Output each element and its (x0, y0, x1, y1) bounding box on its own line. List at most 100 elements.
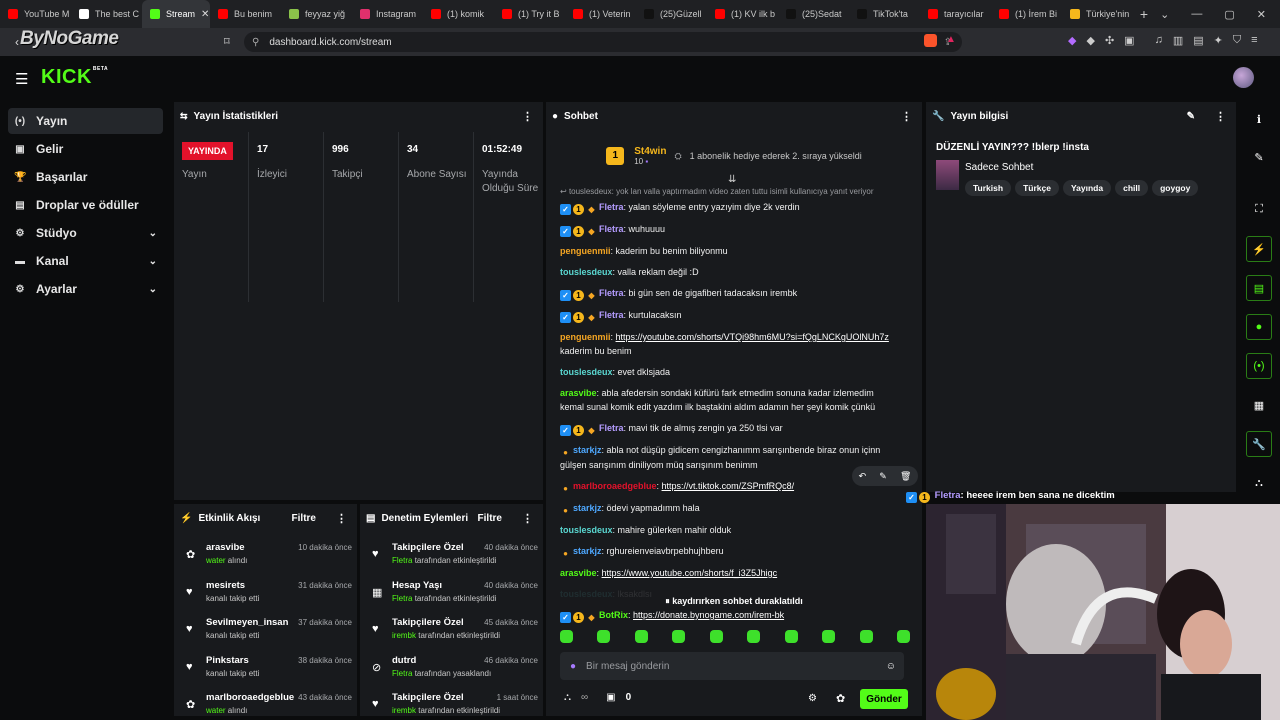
browser-tab[interactable]: (1) İrem Bi (991, 0, 1062, 28)
rewards-icon[interactable]: ▲ (946, 34, 956, 45)
chat-message[interactable]: ✓ 1 ◆ Fletra: yalan söyleme entry yazıyim d… (560, 200, 900, 215)
screenshot-icon[interactable]: ▣ (1124, 34, 1134, 47)
browser-tab[interactable]: TikTok'ta (849, 0, 920, 28)
kick-logo[interactable]: KICKBETA (41, 66, 108, 89)
emote-icon[interactable] (896, 630, 910, 643)
puzzle-icon[interactable]: ✣ (1105, 34, 1114, 47)
leo-icon[interactable]: ✦ (1214, 34, 1223, 47)
chat-message[interactable]: penguenmii: kaderim bu benim biliyonmu (560, 244, 900, 258)
pin-icon[interactable]: ✎ (879, 471, 887, 482)
emoji-icon[interactable]: ☺ (886, 661, 896, 672)
tag-chip[interactable]: Türkçe (1015, 180, 1059, 196)
sidebar-item[interactable]: ⚙ Stüdyo ⌄ (8, 220, 163, 246)
note-icon[interactable]: ▤ (1246, 275, 1272, 301)
maximize-button[interactable]: ▢ (1224, 8, 1234, 21)
infinity-icon[interactable]: ∞ (581, 692, 588, 703)
kebab-menu-icon[interactable]: ⋮ (522, 512, 533, 525)
user-avatar[interactable] (1233, 67, 1254, 88)
tag-chip[interactable]: Yayında (1062, 180, 1112, 196)
tag-chip[interactable]: Turkish (965, 180, 1012, 196)
chat-message[interactable]: penguenmii: https://youtube.com/shorts/V… (560, 330, 900, 358)
wallet-icon[interactable]: ▤ (1193, 34, 1203, 47)
kebab-menu-icon[interactable]: ⋮ (1215, 110, 1226, 123)
users-icon[interactable]: ⛬ (564, 692, 571, 703)
chat-username[interactable]: arasvibe (560, 568, 597, 578)
chat-input[interactable]: ● Bir mesaj gönderin ☺ (560, 652, 904, 680)
sidebar-item[interactable]: ▣ Gelir (8, 136, 163, 162)
chat-message[interactable]: ● marlboroaedgeblue: https://vt.tiktok.co… (560, 479, 900, 494)
bookmark-icon[interactable]: ⌑ (224, 35, 230, 48)
edit-icon[interactable]: ✎ (1246, 144, 1272, 170)
broadcast-icon[interactable]: (•) (1246, 353, 1272, 379)
site-info-icon[interactable]: ⚲ (252, 37, 259, 48)
chat-message[interactable]: ✓ 1 ◆ Fletra: bi gün sen de gigafiberi tada… (560, 286, 900, 301)
browser-tab[interactable]: (1) Veterin (565, 0, 636, 28)
browser-tab[interactable]: YouTube M (0, 0, 71, 28)
chat-username[interactable]: Fletra (599, 202, 624, 212)
feed-name[interactable]: arasvibe (206, 542, 245, 553)
browser-tab[interactable]: (1) komik (423, 0, 494, 28)
emote-icon[interactable] (859, 630, 873, 643)
chat-message[interactable]: arasvibe: abla afedersin sondaki küfürü … (560, 386, 900, 414)
category-thumbnail[interactable] (936, 160, 959, 190)
emote-icon[interactable] (672, 630, 686, 643)
feed-name[interactable]: mesirets (206, 580, 245, 591)
reward-icon[interactable]: ✿ (836, 692, 845, 705)
reply-icon[interactable]: ↶ (859, 471, 867, 482)
kebab-menu-icon[interactable]: ⋮ (901, 110, 912, 123)
tab-close-icon[interactable]: ✕ (201, 9, 209, 20)
chat-username[interactable]: touslesdeux (560, 525, 613, 535)
chat-username[interactable]: BotRix (599, 610, 628, 620)
chat-message[interactable]: ● starkjz: ödevi yapmadımm hala (560, 501, 900, 516)
close-window-button[interactable]: ✕ (1257, 8, 1266, 21)
chat-message[interactable]: arasvibe: https://www.youtube.com/shorts… (560, 566, 900, 580)
chat-link[interactable]: https://www.youtube.com/shorts/f_i3Z5Jhi… (602, 568, 778, 578)
new-tab-button[interactable]: + (1133, 6, 1155, 22)
chat-username[interactable]: Fletra (599, 288, 624, 298)
mic-icon[interactable]: ● (570, 661, 576, 672)
users-icon[interactable]: ⛬ (1246, 470, 1272, 496)
pinned-username[interactable]: St4win (634, 146, 666, 157)
chat-username[interactable]: marlboroaedgeblue (573, 481, 657, 491)
browser-tab[interactable]: Instagram (352, 0, 423, 28)
emote-icon[interactable] (634, 630, 648, 643)
chat-message[interactable]: ✓ 1 ◆ BotRix: https://donate.bynogame.com/i… (560, 608, 900, 623)
chat-message[interactable]: touslesdeux: valla reklam değil :D (560, 265, 900, 279)
category-name[interactable]: Sadece Sohbet (965, 162, 1033, 173)
browser-tab[interactable]: (1) Try it B (494, 0, 565, 28)
chat-link[interactable]: https://vt.tiktok.com/ZSPmfRQc8/ (662, 481, 795, 491)
chat-message[interactable]: ✓ 1 ◆ Fletra: kurtulacaksın (560, 308, 900, 323)
browser-tab[interactable]: (25)Güzell (636, 0, 707, 28)
tab-search-icon[interactable]: ⌄ (1160, 8, 1169, 21)
browser-tab[interactable]: (1) KV ilk b (707, 0, 778, 28)
chat-username[interactable]: touslesdeux (560, 367, 613, 377)
chat-username[interactable]: Fletra (599, 310, 624, 320)
chat-username[interactable]: Fletra (599, 423, 624, 433)
filter-button[interactable]: Filtre (478, 513, 502, 524)
chat-username[interactable]: Fletra (599, 224, 624, 234)
feed-name[interactable]: marlboroaedgeblue (206, 692, 294, 703)
sidebar-item[interactable]: ▬ Kanal ⌄ (8, 248, 163, 274)
sidebar-item[interactable]: ▤ Droplar ve ödüller (8, 192, 163, 218)
browser-tab[interactable]: Türkiye'nin (1062, 0, 1133, 28)
info-icon[interactable]: ℹ (1246, 106, 1272, 132)
edit-icon[interactable]: ✎ (1187, 111, 1195, 122)
extension-icon[interactable]: ◆ (1068, 34, 1076, 47)
bolt-icon[interactable]: ⚡ (1246, 236, 1272, 262)
feed-name[interactable]: Sevilmeyen_insan (206, 617, 288, 628)
chat-message[interactable]: ✓ 1 ◆ Fletra: wuhuuuu (560, 222, 900, 237)
chat-username[interactable]: starkjz (573, 503, 602, 513)
sidebar-icon[interactable]: ▥ (1173, 34, 1183, 47)
chat-settings-icon[interactable]: ⚙ (808, 693, 817, 704)
sidebar-item[interactable]: 🏆 Başarılar (8, 164, 163, 190)
tag-chip[interactable]: goygoy (1152, 180, 1199, 196)
feed-name[interactable]: Hesap Yaşı (392, 580, 442, 591)
tag-chip[interactable]: chill (1115, 180, 1149, 196)
emote-icon[interactable] (709, 630, 723, 643)
chat-message[interactable]: ● starkjz: abla not düşüp gidicem cengizh… (560, 443, 900, 472)
wrench-icon[interactable]: 🔧 (1246, 431, 1272, 457)
collapse-icon[interactable]: ⇊ (728, 174, 736, 185)
sidebar-item[interactable]: (•) Yayın (8, 108, 163, 134)
chat-link[interactable]: https://youtube.com/shorts/VTQi98hm6MU?s… (616, 332, 889, 342)
chat-icon[interactable]: ● (1246, 314, 1272, 340)
